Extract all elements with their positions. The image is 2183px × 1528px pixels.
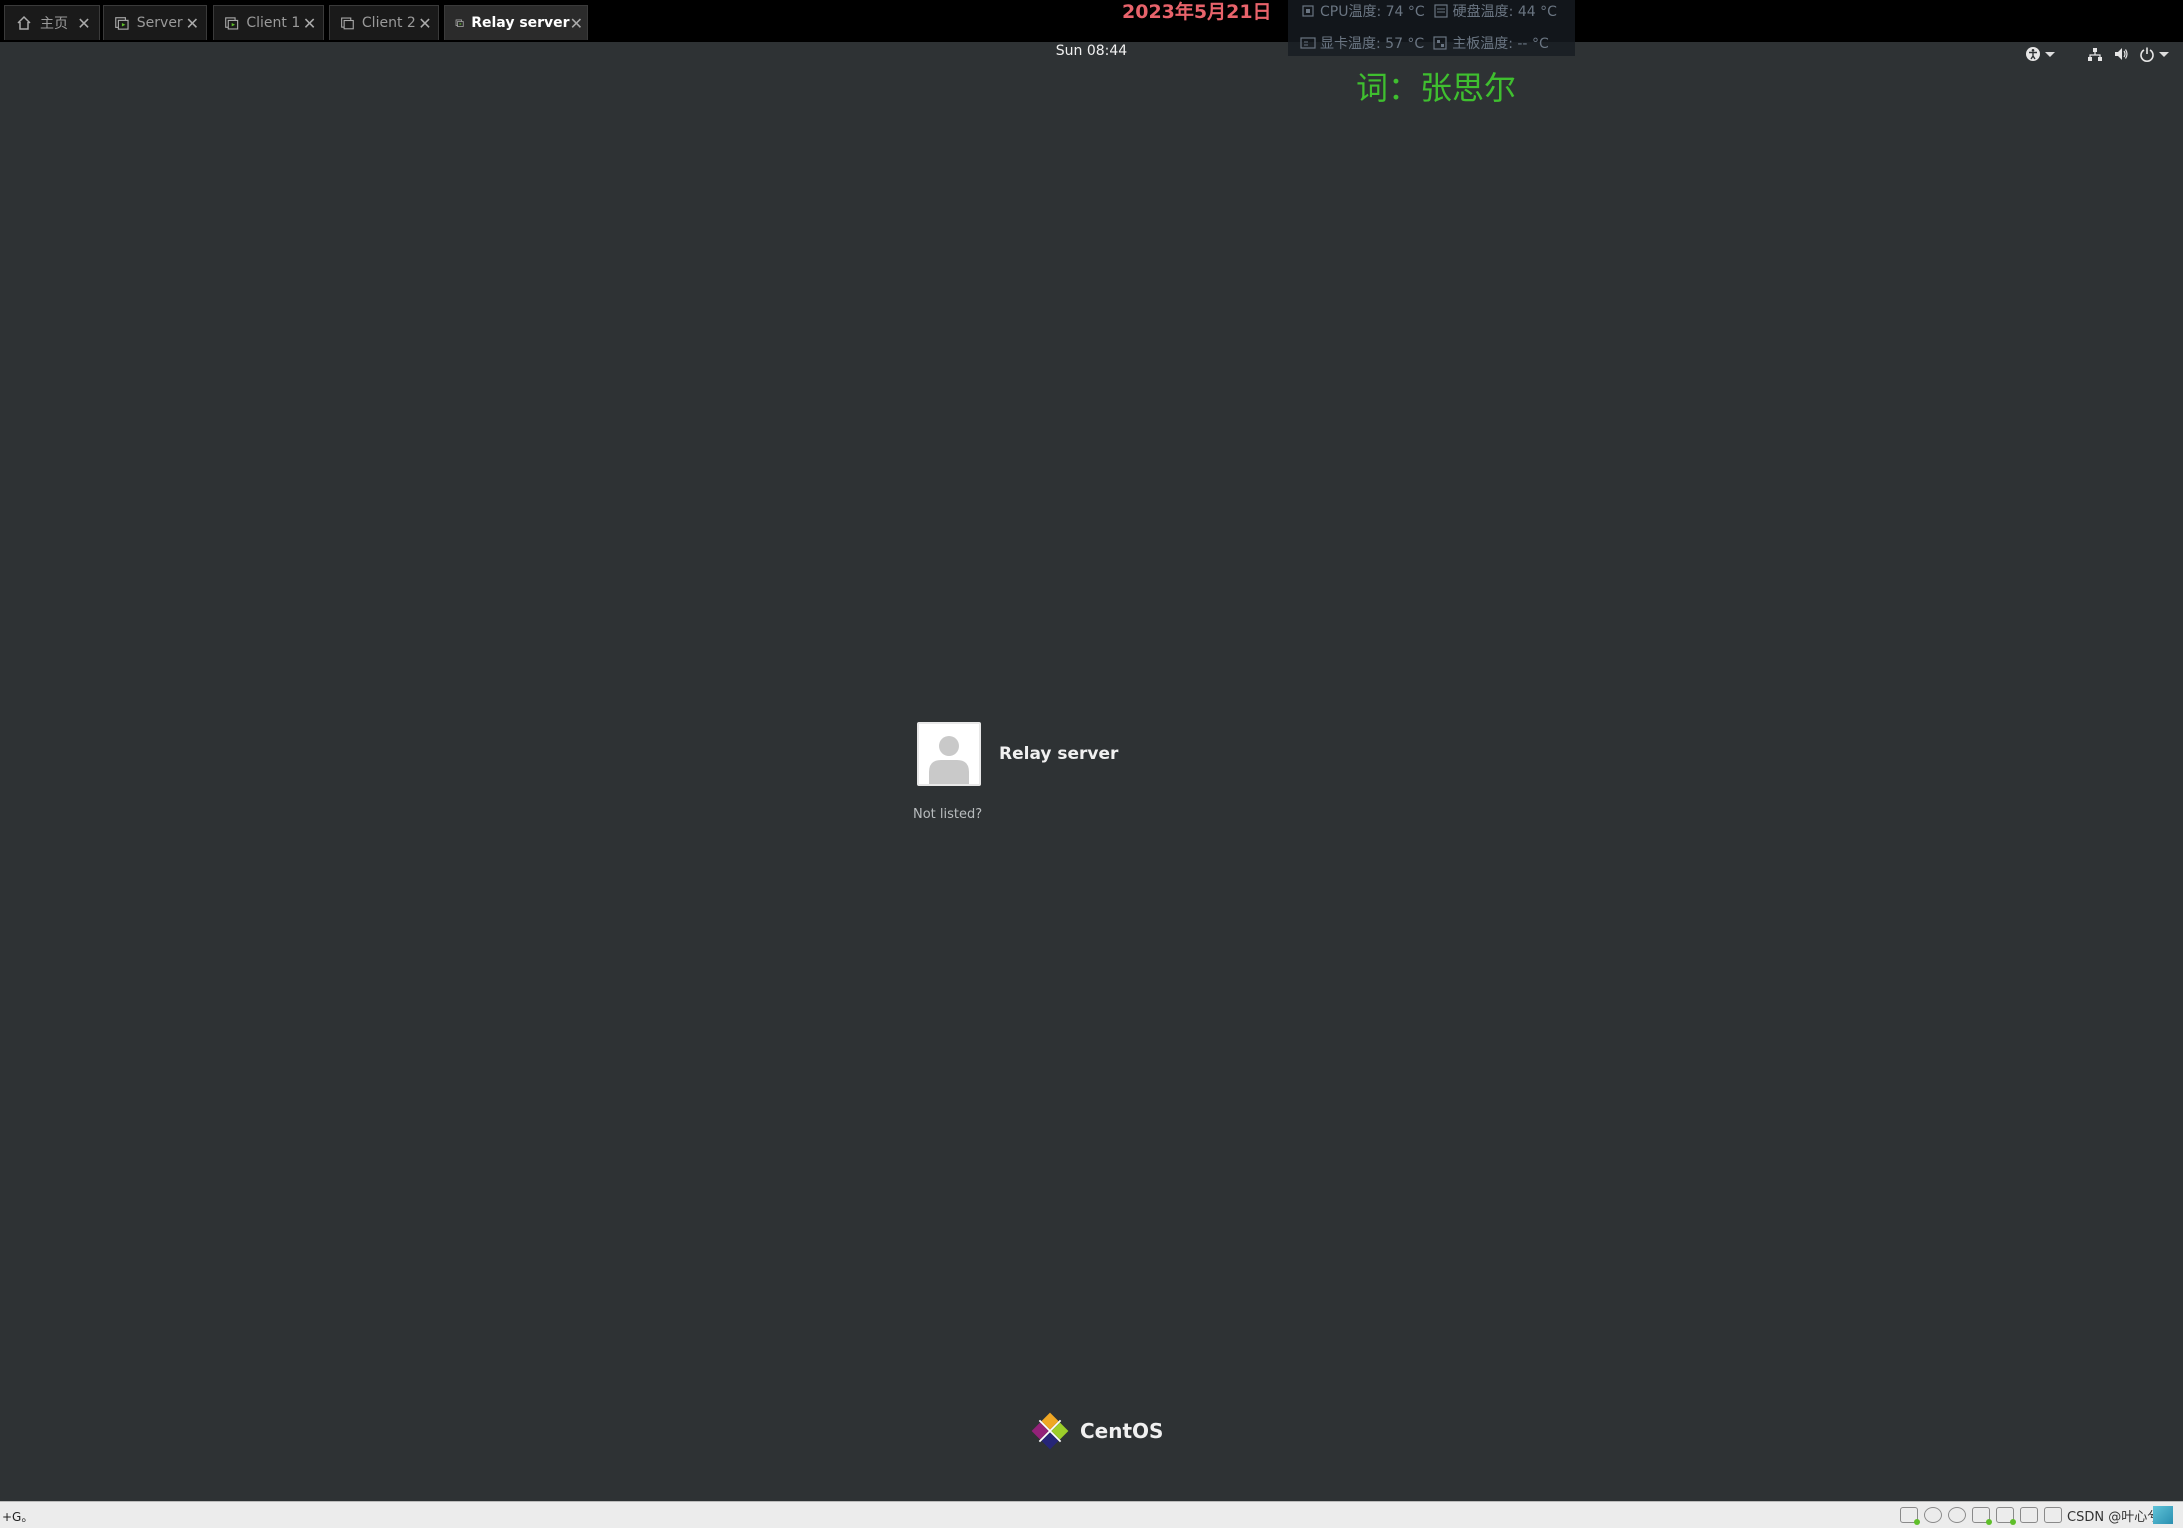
- vm-running-icon: [225, 17, 239, 30]
- date-overlay: 2023年5月21日: [1122, 1, 1272, 23]
- tab-label: Client 2: [361, 15, 416, 31]
- release-hint: +G。: [2, 1510, 34, 1524]
- vm-running-icon: [455, 19, 464, 27]
- cdrom-icon[interactable]: [1924, 1507, 1942, 1523]
- tab-relay-server[interactable]: Relay server ✕: [444, 5, 588, 40]
- system-menu[interactable]: [2025, 42, 2169, 66]
- tab-label: 主页: [40, 16, 68, 32]
- chevron-down-icon: [2045, 51, 2055, 57]
- disk-icon: [1434, 4, 1448, 18]
- hard-disk-icon[interactable]: [1900, 1507, 1920, 1525]
- network-icon: [2088, 48, 2102, 61]
- tab-client-2[interactable]: Client 2 ✕: [329, 5, 439, 40]
- tab-label: Relay server: [471, 15, 570, 31]
- sound-card-icon[interactable]: [2044, 1507, 2062, 1523]
- network-adapter-icon[interactable]: [1972, 1507, 1992, 1525]
- disk-temp: 硬盘温度: 44 °C: [1452, 4, 1557, 20]
- tab-label: Client 1: [246, 15, 301, 31]
- close-icon[interactable]: ✕: [73, 14, 95, 33]
- floppy-icon[interactable]: [1948, 1507, 1966, 1523]
- lyric-overlay: 词：张思尔: [1356, 69, 1517, 107]
- vm-tab-bar: 主页 ✕ Server ✕ Client 1 ✕ Client 2 ✕ Rela…: [0, 0, 2183, 42]
- csdn-watermark: CSDN @叶心兮: [2067, 1510, 2161, 1525]
- tab-client-1[interactable]: Client 1 ✕: [213, 5, 324, 40]
- chevron-down-icon: [2159, 51, 2169, 57]
- not-listed-link[interactable]: Not listed?: [913, 807, 982, 822]
- accessibility-menu[interactable]: [2025, 46, 2055, 62]
- user-list-item[interactable]: Relay server: [917, 722, 1118, 786]
- tab-server[interactable]: Server ✕: [103, 5, 207, 40]
- top-bar-clock[interactable]: Sun 08:44: [0, 43, 2183, 59]
- centos-logo-text: CentOS: [1080, 1419, 1164, 1443]
- close-icon[interactable]: ✕: [416, 14, 434, 33]
- close-icon[interactable]: ✕: [300, 14, 319, 33]
- close-icon[interactable]: ✕: [183, 14, 202, 33]
- home-icon: [17, 15, 31, 30]
- avatar: [917, 722, 981, 786]
- power-icon: [2140, 47, 2154, 62]
- volume-icon: [2115, 48, 2128, 60]
- tab-label: Server: [136, 15, 183, 31]
- close-icon[interactable]: ✕: [570, 14, 583, 33]
- username-label: Relay server: [999, 744, 1119, 764]
- vm-running-icon: [115, 17, 129, 30]
- network-adapter-icon[interactable]: [1996, 1507, 2016, 1525]
- device-tray: [1900, 1507, 2062, 1525]
- user-icon: [929, 736, 969, 784]
- vm-off-icon: [341, 17, 354, 30]
- cpu-icon: [1302, 5, 1314, 17]
- stretch-guest-icon[interactable]: [2153, 1506, 2173, 1524]
- printer-icon[interactable]: [2020, 1507, 2038, 1523]
- accessibility-icon: [2026, 47, 2040, 61]
- centos-logo: CentOS: [1028, 1409, 1163, 1453]
- vm-status-bar: +G。 CSDN @叶心兮: [0, 1501, 2183, 1528]
- cpu-temp: CPU温度: 74 °C: [1320, 4, 1425, 20]
- tab-home[interactable]: 主页 ✕: [4, 5, 100, 40]
- centos-logo-icon: [1031, 1412, 1069, 1450]
